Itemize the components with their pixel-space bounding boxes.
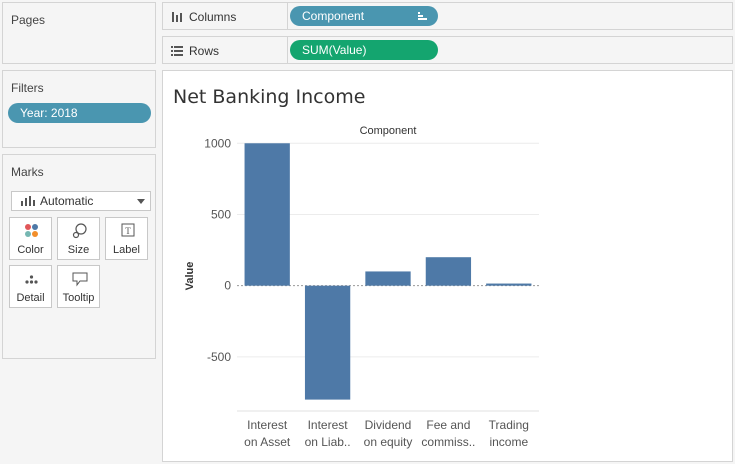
rows-pill-sum-value[interactable]: SUM(Value) (290, 40, 438, 60)
x-tick-label: Dividend (365, 418, 412, 432)
mark-type-value: Automatic (40, 194, 94, 208)
x-tick-label: Interest (308, 418, 349, 432)
viz-area: Net Banking Income Component 1000 500 0 -500… (162, 70, 733, 462)
pages-title: Pages (11, 13, 46, 27)
columns-pill-text: Component (302, 9, 365, 23)
bar (304, 285, 351, 400)
marks-title: Marks (11, 165, 44, 179)
mark-type-dropdown[interactable]: Automatic (11, 191, 151, 211)
sort-descending-icon[interactable] (418, 11, 428, 21)
tooltip-button[interactable]: Tooltip (57, 265, 100, 308)
bar-chart: Component 1000 500 0 -500 Value Interest on Ass… (184, 125, 539, 449)
columns-icon (172, 12, 182, 22)
filters-panel: Filters Year: 2018 (2, 70, 156, 148)
x-tick-label: commiss.. (421, 435, 475, 449)
color-icon (25, 224, 38, 237)
filters-title: Filters (11, 81, 44, 95)
pages-panel: Pages (2, 2, 156, 64)
label-label: Label (113, 244, 140, 256)
x-tick-label: Interest (247, 418, 288, 432)
size-icon (72, 223, 87, 239)
bar (365, 271, 411, 286)
bar-chart-icon (21, 196, 35, 206)
detail-button[interactable]: Detail (9, 265, 52, 308)
columns-label: Columns (189, 10, 237, 24)
marks-panel: Marks Automatic Color Size T Label Detai… (2, 154, 156, 359)
y-axis-label: Value (184, 262, 196, 291)
y-tick-label: 1000 (204, 136, 231, 150)
x-tick-label: on Liab.. (305, 435, 351, 449)
color-button[interactable]: Color (9, 217, 52, 260)
size-label: Size (67, 244, 90, 256)
x-tick-label: income (489, 435, 528, 449)
detail-icon (25, 275, 38, 284)
color-label: Color (17, 244, 44, 256)
x-tick-label: Fee and (426, 418, 470, 432)
bar (486, 283, 532, 286)
columns-shelf[interactable]: Columns Component (162, 2, 733, 30)
tooltip-icon (72, 272, 88, 287)
rows-shelf[interactable]: Rows SUM(Value) (162, 36, 733, 64)
x-tick-label: on equity (364, 435, 413, 449)
columns-pill-component[interactable]: Component (290, 6, 438, 26)
y-tick-label: -500 (207, 350, 231, 364)
text-label-icon: T (121, 223, 135, 237)
detail-label: Detail (16, 292, 45, 304)
bar (425, 257, 472, 286)
svg-text:T: T (125, 226, 131, 236)
rows-label: Rows (189, 44, 220, 58)
rows-icon (171, 46, 183, 56)
tooltip-label: Tooltip (62, 292, 95, 304)
filter-pill-year[interactable]: Year: 2018 (8, 103, 151, 123)
chevron-down-icon (137, 199, 145, 204)
bar (244, 143, 290, 286)
size-button[interactable]: Size (57, 217, 100, 260)
label-button[interactable]: T Label (105, 217, 148, 260)
y-tick-label: 500 (211, 207, 231, 221)
x-tick-label: Trading (489, 418, 529, 432)
y-tick-label: 0 (224, 279, 231, 293)
x-tick-label: on Asset (244, 435, 291, 449)
column-header: Component (360, 125, 417, 137)
